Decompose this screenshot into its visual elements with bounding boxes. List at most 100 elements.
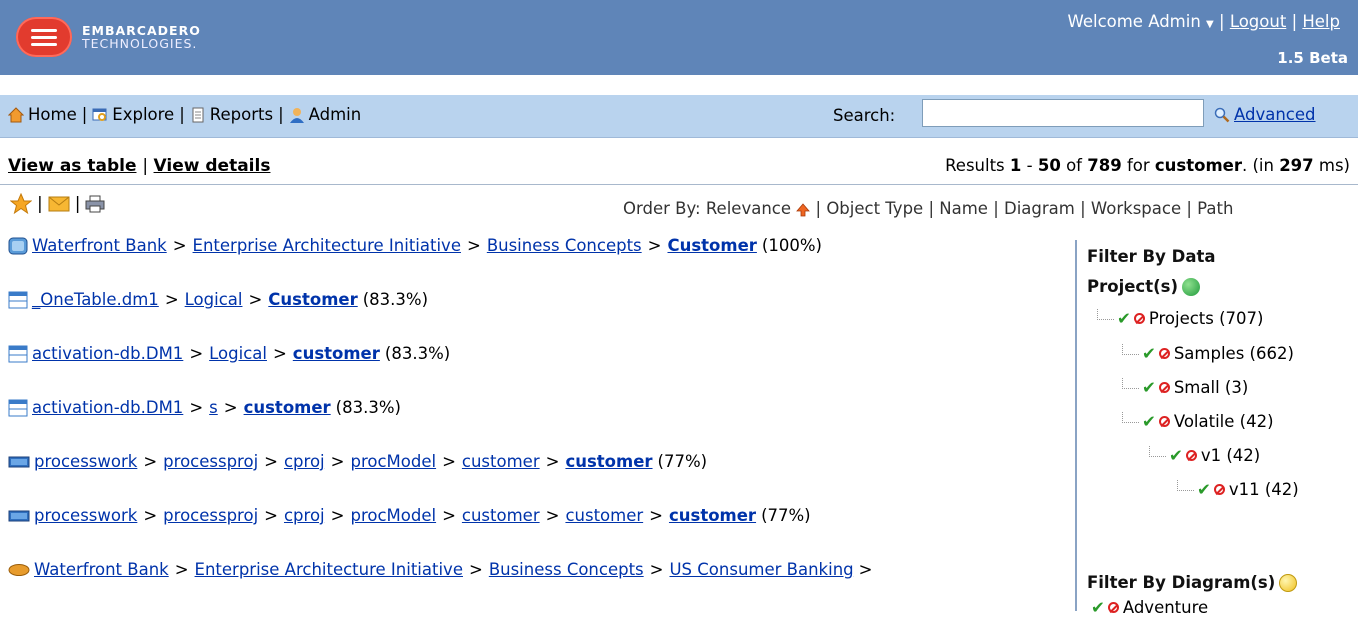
welcome-text[interactable]: Welcome Admin <box>1067 12 1200 31</box>
tree-branch <box>1097 309 1114 320</box>
result-path-link[interactable]: cproj <box>284 452 325 471</box>
project-tree-item[interactable]: ✔ Samples (662) <box>1122 344 1294 363</box>
result-path-link[interactable]: customer <box>565 506 643 525</box>
star-icon[interactable] <box>10 193 32 215</box>
path-separator: > <box>143 452 158 471</box>
result-path-link[interactable]: processproj <box>163 452 258 471</box>
result-path-link[interactable]: s <box>209 398 218 417</box>
nav-admin[interactable]: Admin <box>289 105 361 124</box>
sort-up-arrow-icon[interactable] <box>796 202 811 217</box>
view-details-link[interactable]: View details <box>154 156 271 176</box>
exclude-icon[interactable] <box>1107 602 1119 613</box>
result-path-link[interactable]: _OneTable.dm1 <box>32 290 159 309</box>
result-row[interactable]: Waterfront Bank > Enterprise Architecture … <box>8 560 872 579</box>
result-path-link[interactable]: processwork <box>34 452 137 471</box>
check-icon[interactable]: ✔ <box>1091 598 1105 617</box>
projects-heading: Project(s) <box>1087 277 1178 296</box>
project-tree-item[interactable]: ✔ Small (3) <box>1122 378 1248 397</box>
search-input[interactable] <box>922 99 1204 127</box>
nav-reports[interactable]: Reports <box>190 105 273 124</box>
home-icon <box>8 106 24 122</box>
exclude-icon[interactable] <box>1133 313 1145 324</box>
check-icon[interactable]: ✔ <box>1142 412 1156 431</box>
project-tree-item[interactable]: ✔ Volatile (42) <box>1122 412 1274 431</box>
order-path[interactable]: Path <box>1197 199 1233 218</box>
advanced-search[interactable]: Advanced <box>1214 105 1316 124</box>
filter-by-data-heading: Filter By Data <box>1087 247 1216 266</box>
result-row[interactable]: activation-db.DM1 > Logical > customer (83.3%… <box>8 344 450 363</box>
check-icon[interactable]: ✔ <box>1169 446 1183 465</box>
table-icon <box>8 345 28 363</box>
help-link[interactable]: Help <box>1302 12 1340 31</box>
exclude-icon[interactable] <box>1213 484 1225 495</box>
result-target-link[interactable]: customer <box>565 452 652 471</box>
check-icon[interactable]: ✔ <box>1117 309 1131 328</box>
order-name[interactable]: Name <box>939 199 988 218</box>
embarcadero-logo: EMBARCADERO TECHNOLOGIES. <box>16 17 201 57</box>
email-icon[interactable] <box>48 195 70 213</box>
result-path-link[interactable]: US Consumer Banking <box>669 560 853 579</box>
result-row[interactable]: processwork > processproj > cproj > procModel >… <box>8 506 811 525</box>
order-diagram[interactable]: Diagram <box>1004 199 1075 218</box>
result-path-link[interactable]: procModel <box>350 506 436 525</box>
exclude-icon[interactable] <box>1158 416 1170 427</box>
result-path-link[interactable]: Enterprise Architecture Initiative <box>195 560 463 579</box>
result-path-link[interactable]: Waterfront Bank <box>34 560 169 579</box>
chevron-down-icon[interactable]: ▼ <box>1206 19 1214 30</box>
result-row[interactable]: Waterfront Bank > Enterprise Architecture … <box>8 236 822 255</box>
result-path-link[interactable]: processwork <box>34 506 137 525</box>
diagram-filter-label: Adventure <box>1122 598 1209 617</box>
result-path-link[interactable]: Waterfront Bank <box>32 236 167 255</box>
result-path-link[interactable]: cproj <box>284 506 325 525</box>
entity-icon <box>8 237 28 255</box>
project-tree-item[interactable]: ✔ v1 (42) <box>1149 446 1260 465</box>
result-path-link[interactable]: activation-db.DM1 <box>32 344 183 363</box>
print-icon[interactable] <box>85 195 105 213</box>
path-separator: > <box>466 236 481 255</box>
check-icon[interactable]: ✔ <box>1142 378 1156 397</box>
result-target-link[interactable]: customer <box>244 398 331 417</box>
project-tree-item[interactable]: ✔ v11 (42) <box>1177 480 1299 499</box>
nav-explore[interactable]: Explore <box>92 105 174 124</box>
result-row[interactable]: _OneTable.dm1 > Logical > Customer (83.3%) <box>8 290 428 309</box>
result-target-link[interactable]: customer <box>669 506 756 525</box>
yellow-status-icon[interactable] <box>1279 573 1298 592</box>
result-path-link[interactable]: Business Concepts <box>487 236 642 255</box>
project-tree-item[interactable]: ✔ Projects (707) <box>1097 309 1264 328</box>
logo-line2: TECHNOLOGIES. <box>82 36 198 51</box>
result-path-link[interactable]: Enterprise Architecture Initiative <box>193 236 461 255</box>
result-path-link[interactable]: processproj <box>163 506 258 525</box>
nav-home[interactable]: Home <box>8 105 77 124</box>
exclude-icon[interactable] <box>1158 348 1170 359</box>
order-workspace[interactable]: Workspace <box>1091 199 1181 218</box>
advanced-link[interactable]: Advanced <box>1234 105 1316 124</box>
result-path-link[interactable]: Business Concepts <box>489 560 644 579</box>
green-status-icon[interactable] <box>1181 277 1200 296</box>
table-icon <box>8 291 28 309</box>
result-row[interactable]: processwork > processproj > cproj > procModel >… <box>8 452 707 471</box>
result-path-link[interactable]: Logical <box>185 290 243 309</box>
version-label: 1.5 Beta <box>1277 49 1348 67</box>
result-path-link[interactable]: customer <box>462 452 540 471</box>
result-target-link[interactable]: Customer <box>667 236 756 255</box>
order-object-type[interactable]: Object Type <box>826 199 923 218</box>
path-separator: > <box>442 506 456 525</box>
logout-link[interactable]: Logout <box>1230 12 1287 31</box>
result-score: (77%) <box>657 452 708 471</box>
diagram-filter-item[interactable]: ✔ Adventure <box>1091 598 1208 617</box>
view-as-table-link[interactable]: View as table <box>8 156 136 176</box>
result-path-link[interactable]: activation-db.DM1 <box>32 398 183 417</box>
path-separator: > <box>143 506 158 525</box>
result-row[interactable]: activation-db.DM1 > s > customer (83.3%) <box>8 398 401 417</box>
result-path-link[interactable]: customer <box>462 506 540 525</box>
order-relevance[interactable]: Relevance <box>706 199 791 218</box>
result-target-link[interactable]: customer <box>293 344 380 363</box>
exclude-icon[interactable] <box>1158 382 1170 393</box>
explore-icon <box>92 108 107 121</box>
result-path-link[interactable]: Logical <box>209 344 267 363</box>
check-icon[interactable]: ✔ <box>1142 344 1156 363</box>
check-icon[interactable]: ✔ <box>1197 480 1211 499</box>
result-target-link[interactable]: Customer <box>268 290 357 309</box>
result-path-link[interactable]: procModel <box>350 452 436 471</box>
exclude-icon[interactable] <box>1185 450 1197 461</box>
